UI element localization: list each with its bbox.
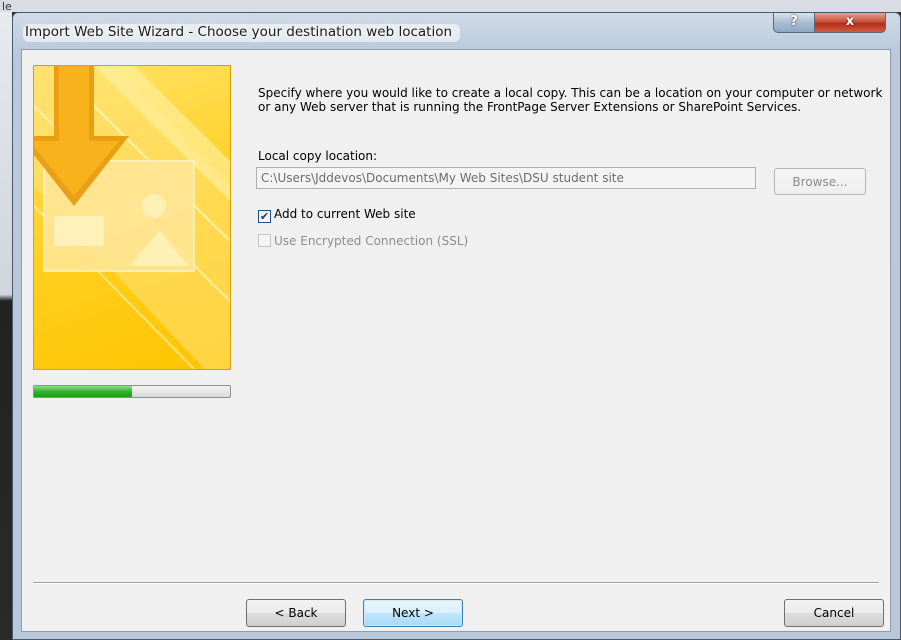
background-app-strip [0,0,901,12]
dialog-client-area: Specify where you would like to create a… [21,49,891,632]
wizard-dialog: Import Web Site Wizard - Choose your des… [12,12,901,640]
ssl-checkbox[interactable] [258,234,271,247]
local-copy-location-input[interactable]: C:\Users\Jddevos\Documents\My Web Sites\… [256,167,756,189]
progress-fill [34,386,132,397]
add-to-current-site-checkbox[interactable]: ✔ [258,210,271,223]
close-icon: x [845,14,855,29]
add-to-current-site-option[interactable]: ✔ Add to current Web site [258,206,416,223]
background-app-edge [0,12,12,640]
ssl-option[interactable]: Use Encrypted Connection (SSL) [258,233,468,249]
instructions-text: Specify where you would like to create a… [258,86,883,114]
wizard-banner-image [33,65,231,370]
help-icon: ? [790,14,798,29]
wizard-progress-bar [33,385,231,398]
footer-separator [33,582,879,584]
background-text-fragment: le [2,0,12,13]
next-button[interactable]: Next > [363,599,463,627]
title-bar[interactable]: Import Web Site Wizard - Choose your des… [13,13,900,49]
browse-button[interactable]: Browse... [774,168,866,195]
window-title: Import Web Site Wizard - Choose your des… [23,24,461,42]
download-page-illustration [34,66,230,369]
cancel-button[interactable]: Cancel [784,599,884,627]
back-button[interactable]: < Back [246,599,346,627]
ssl-label: Use Encrypted Connection (SSL) [274,234,469,248]
close-button[interactable]: x [814,13,886,33]
help-button[interactable]: ? [773,13,815,33]
local-copy-location-label: Local copy location: [258,149,378,163]
add-to-current-site-label: Add to current Web site [274,207,416,221]
